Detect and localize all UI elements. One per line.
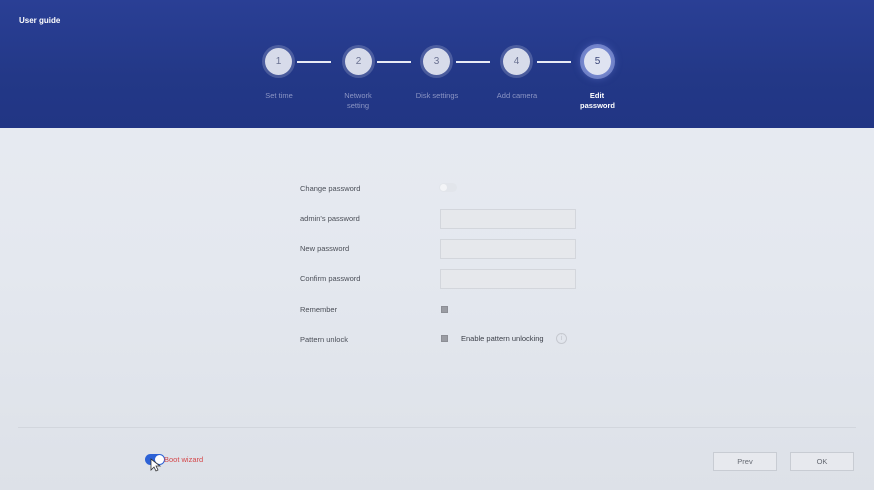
step-connector <box>377 61 411 63</box>
step-3-label: Disk settings <box>415 91 459 100</box>
ok-button[interactable]: OK <box>790 452 854 471</box>
step-4-label: Add camera <box>496 91 538 100</box>
step-4-circle: 4 <box>503 48 530 75</box>
step-connector <box>537 61 571 63</box>
confirm-password-field[interactable] <box>440 269 576 289</box>
remember-label: Remember <box>300 305 338 314</box>
confirm-password-label: Confirm password <box>300 274 361 283</box>
change-password-toggle[interactable] <box>439 183 457 192</box>
admin-password-field[interactable] <box>440 209 576 229</box>
admin-password-label: admin's password <box>300 214 360 223</box>
enable-pattern-label: Enable pattern unlocking <box>461 334 544 343</box>
info-icon[interactable]: i <box>556 333 567 344</box>
footer-divider <box>18 427 856 428</box>
prev-button[interactable]: Prev <box>713 452 777 471</box>
step-1-label: Set time <box>265 91 293 100</box>
pattern-unlock-checkbox[interactable] <box>441 335 448 342</box>
screen: User guide 1 2 3 4 5 Set time Network se… <box>0 0 874 490</box>
step-connector <box>297 61 331 63</box>
wizard-header: User guide 1 2 3 4 5 Set time Network se… <box>0 0 874 128</box>
step-connector <box>456 61 490 63</box>
new-password-field[interactable] <box>440 239 576 259</box>
step-5-circle: 5 <box>584 48 611 75</box>
change-password-label: Change password <box>300 184 361 193</box>
step-3-circle: 3 <box>423 48 450 75</box>
pattern-unlock-label: Pattern unlock <box>300 335 348 344</box>
window-title: User guide <box>19 16 61 25</box>
step-2-circle: 2 <box>345 48 372 75</box>
mouse-cursor-icon <box>150 458 162 472</box>
step-2-label: Network setting <box>344 91 372 110</box>
step-5-label: Edit password <box>580 91 616 110</box>
boot-wizard-label[interactable]: Boot wizard <box>164 455 203 464</box>
step-1-circle: 1 <box>265 48 292 75</box>
remember-checkbox[interactable] <box>441 306 448 313</box>
new-password-label: New password <box>300 244 350 253</box>
